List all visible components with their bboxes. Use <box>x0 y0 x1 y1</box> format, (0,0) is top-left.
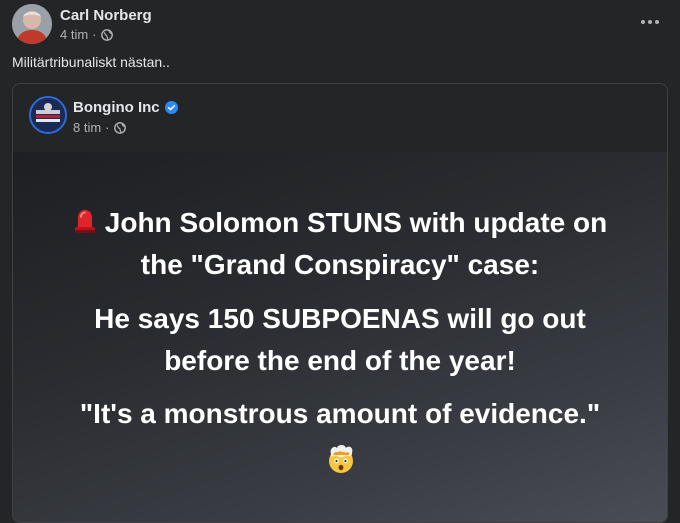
page-avatar-image <box>31 98 65 132</box>
meta-separator: · <box>92 27 97 42</box>
headline-line-1: John Solomon STUNS with update on <box>13 202 667 244</box>
post-meta: 4 tim · <box>60 27 113 42</box>
more-options-button[interactable] <box>636 8 664 36</box>
post-header: Carl Norberg 4 tim · <box>12 4 668 46</box>
globe-icon[interactable] <box>113 121 126 134</box>
page-name-row: Bongino Inc <box>73 99 178 116</box>
page-avatar[interactable] <box>29 96 67 134</box>
headline-line-2: the "Grand Conspiracy" case: <box>140 249 540 280</box>
shared-post-header: Bongino Inc 8 tim · <box>13 84 667 152</box>
quote-line: "It's a monstrous amount of evidence." <box>79 398 601 429</box>
author-avatar-image <box>12 4 52 44</box>
more-horizontal-icon <box>641 20 659 24</box>
shared-post-timestamp[interactable]: 8 tim <box>73 120 101 135</box>
author-avatar[interactable] <box>12 4 52 44</box>
shared-post-card[interactable]: Bongino Inc 8 tim · John Solomon STUNS w… <box>12 83 668 523</box>
quote-block: "It's a monstrous amount of evidence." <box>13 393 667 435</box>
subpoena-line-2: before the end of the year! <box>164 345 516 376</box>
siren-icon <box>74 209 95 233</box>
post-timestamp[interactable]: 4 tim <box>60 27 88 42</box>
author-name[interactable]: Carl Norberg <box>60 7 152 24</box>
subpoena-block: He says 150 SUBPOENAS will go out before… <box>13 298 667 382</box>
post-text: Militärtribunaliskt nästan.. <box>12 54 170 70</box>
exploding-head-emoji-icon <box>329 445 353 473</box>
page-name[interactable]: Bongino Inc <box>73 99 160 116</box>
headline-text-1: John Solomon STUNS with update on <box>104 207 608 238</box>
globe-icon[interactable] <box>100 28 113 41</box>
verified-badge-icon <box>164 101 178 114</box>
post-image[interactable]: John Solomon STUNS with update on the "G… <box>13 152 667 522</box>
subpoena-line-1: He says 150 SUBPOENAS will go out <box>94 303 586 334</box>
shared-meta-separator: · <box>105 120 110 135</box>
headline-block: John Solomon STUNS with update on the "G… <box>13 202 667 286</box>
shared-post-meta: 8 tim · <box>73 120 126 135</box>
